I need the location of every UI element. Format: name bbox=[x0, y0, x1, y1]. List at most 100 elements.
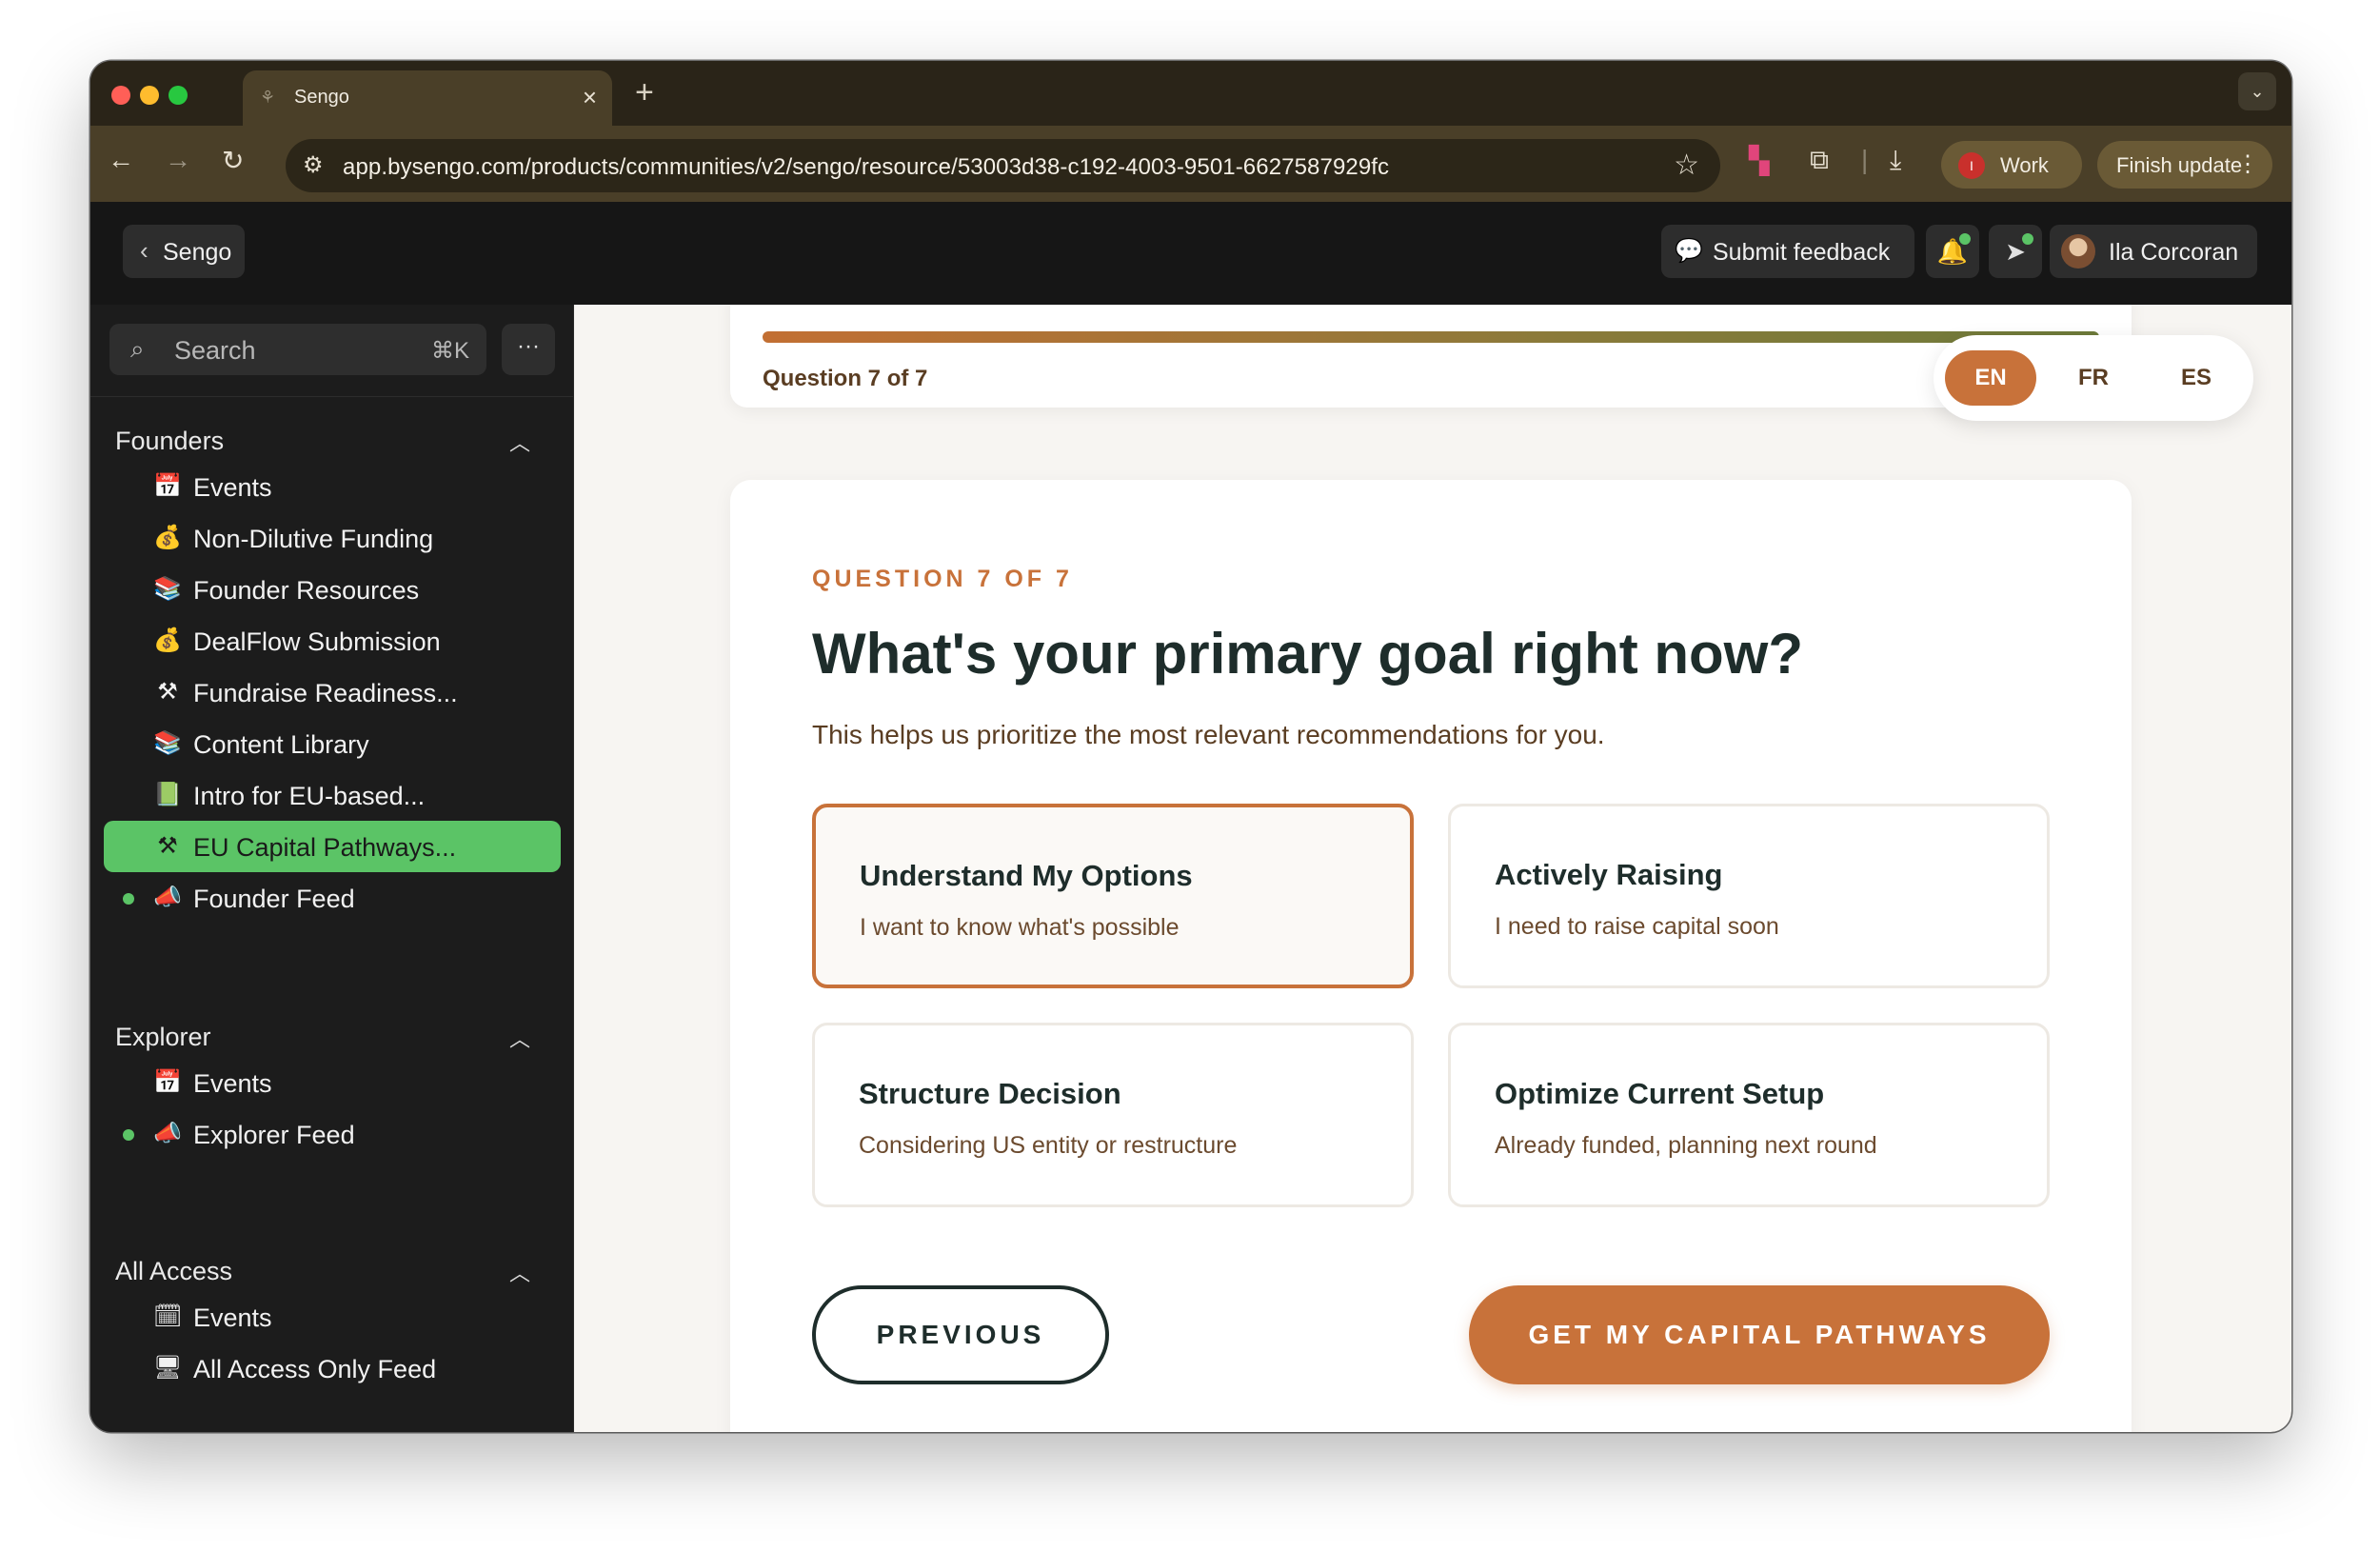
browser-menu-icon[interactable]: ⋮ bbox=[2236, 150, 2259, 178]
green-book-icon: 📗 bbox=[153, 782, 182, 807]
books-icon: 📚 bbox=[153, 576, 182, 602]
money-bag-icon: 💰 bbox=[153, 627, 182, 653]
language-switcher: EN FR ES bbox=[1934, 335, 2253, 421]
new-tab-button[interactable]: + bbox=[635, 74, 654, 111]
more-options-button[interactable]: ··· bbox=[502, 324, 555, 375]
messages-button[interactable]: ➤ bbox=[1989, 225, 2042, 278]
sidebar-item-dealflow-submission[interactable]: 💰 DealFlow Submission bbox=[104, 615, 561, 667]
chevron-up-icon[interactable]: ︿ bbox=[509, 427, 530, 457]
option-title: Structure Decision bbox=[859, 1077, 1121, 1110]
profile-label: Work bbox=[2000, 153, 2049, 177]
section-founders[interactable]: Founders bbox=[115, 427, 224, 456]
option-description: I want to know what's possible bbox=[860, 914, 1180, 941]
sidebar-item-label: EU Capital Pathways... bbox=[193, 833, 457, 862]
sidebar-item-explorer-events[interactable]: 📅 Events bbox=[104, 1057, 561, 1108]
notifications-button[interactable]: 🔔 bbox=[1926, 225, 1979, 278]
address-url[interactable]: app.bysengo.com/products/communities/v2/… bbox=[343, 154, 1389, 181]
progress-label: Question 7 of 7 bbox=[763, 366, 928, 391]
section-explorer[interactable]: Explorer bbox=[115, 1023, 211, 1052]
option-understand-my-options[interactable]: Understand My Options I want to know wha… bbox=[812, 804, 1414, 988]
search-input[interactable]: ⌕ Search ⌘K bbox=[109, 324, 486, 375]
sidebar-item-label: Events bbox=[193, 1069, 272, 1098]
sidebar-item-label: Founder Feed bbox=[193, 885, 355, 913]
close-window-button[interactable] bbox=[111, 86, 130, 105]
tab-title: Sengo bbox=[294, 87, 349, 108]
sidebar-item-label: All Access Only Feed bbox=[193, 1355, 437, 1383]
site-settings-icon[interactable]: ⚙ bbox=[303, 151, 324, 179]
sidebar-item-label: Content Library bbox=[193, 730, 369, 759]
option-description: I need to raise capital soon bbox=[1495, 913, 1779, 940]
user-name: Ila Corcoran bbox=[2109, 239, 2239, 266]
language-fr-button[interactable]: FR bbox=[2048, 350, 2139, 406]
live-status-dot bbox=[123, 893, 134, 905]
sidebar-item-explorer-feed[interactable]: 📣 Explorer Feed bbox=[104, 1108, 561, 1160]
tab-search-chevron-icon[interactable]: ⌄ bbox=[2238, 72, 2276, 110]
sidebar-item-content-library[interactable]: 📚 Content Library bbox=[104, 718, 561, 769]
megaphone-icon: 📣 bbox=[153, 885, 182, 910]
download-icon[interactable]: ⤓ bbox=[1890, 145, 1901, 176]
chevron-up-icon[interactable]: ︿ bbox=[509, 1023, 530, 1053]
sidebar-item-founder-resources[interactable]: 📚 Founder Resources bbox=[104, 564, 561, 615]
sidebar-item-all-access-feed[interactable]: 🖥 All Access Only Feed bbox=[104, 1343, 561, 1394]
sidebar-item-events[interactable]: 📅 Events bbox=[104, 461, 561, 512]
previous-button[interactable]: PREVIOUS bbox=[812, 1285, 1109, 1384]
question-card: QUESTION 7 OF 7 What's your primary goal… bbox=[730, 480, 2132, 1432]
maximize-window-button[interactable] bbox=[169, 86, 188, 105]
chevron-left-icon: ‹ bbox=[140, 236, 149, 265]
get-capital-pathways-button[interactable]: GET MY CAPITAL PATHWAYS bbox=[1469, 1285, 2050, 1384]
section-all-access[interactable]: All Access bbox=[115, 1257, 232, 1286]
user-menu-button[interactable]: Ila Corcoran bbox=[2050, 225, 2257, 278]
question-title: What's your primary goal right now? bbox=[812, 622, 1804, 686]
minimize-window-button[interactable] bbox=[140, 86, 159, 105]
extensions-puzzle-icon[interactable]: ⧉ bbox=[1810, 145, 1829, 176]
sidebar-item-all-access-events[interactable]: 🗓 Events bbox=[104, 1291, 561, 1343]
calendar-outline-icon: 🗓 bbox=[153, 1303, 183, 1329]
browser-tab[interactable]: ⚘ Sengo × bbox=[243, 70, 612, 126]
back-to-sengo-button[interactable]: ‹ Sengo bbox=[123, 225, 245, 278]
close-tab-icon[interactable]: × bbox=[583, 83, 597, 112]
finish-update-button[interactable]: Finish update ⋮ bbox=[2097, 141, 2272, 189]
figma-extension-icon[interactable]: ▚ bbox=[1749, 145, 1770, 176]
bookmark-star-icon[interactable]: ☆ bbox=[1674, 149, 1699, 182]
main-content: Question 7 of 7 EN FR ES QUESTION 7 OF 7… bbox=[574, 305, 2291, 1432]
submit-feedback-button[interactable]: 💬 Submit feedback bbox=[1661, 225, 1914, 278]
browser-toolbar: ← → ↻ ⚙ app.bysengo.com/products/communi… bbox=[90, 126, 2291, 202]
option-actively-raising[interactable]: Actively Raising I need to raise capital… bbox=[1448, 804, 2050, 988]
sidebar-item-label: Fundraise Readiness... bbox=[193, 679, 458, 707]
progress-bar bbox=[763, 331, 2099, 343]
money-bag-icon: 💰 bbox=[153, 525, 182, 550]
message-dot bbox=[2019, 230, 2036, 248]
megaphone-icon: 📣 bbox=[153, 1121, 182, 1146]
profile-work-button[interactable]: I Work bbox=[1941, 141, 2082, 189]
sidebar-item-label: Explorer Feed bbox=[193, 1121, 355, 1149]
back-arrow-icon[interactable]: ← bbox=[108, 145, 134, 175]
user-avatar bbox=[2061, 234, 2095, 269]
language-es-button[interactable]: ES bbox=[2151, 350, 2242, 406]
calendar-icon: 📅 bbox=[153, 473, 182, 499]
progress-card: Question 7 of 7 bbox=[730, 305, 2132, 408]
search-icon: ⌕ bbox=[130, 334, 145, 363]
option-optimize-current-setup[interactable]: Optimize Current Setup Already funded, p… bbox=[1448, 1023, 2050, 1207]
sengo-favicon-icon: ⚘ bbox=[260, 88, 276, 107]
search-shortcut: ⌘K bbox=[430, 338, 469, 364]
sidebar-item-intro-eu-based[interactable]: 📗 Intro for EU-based... bbox=[104, 769, 561, 821]
sidebar-item-founder-feed[interactable]: 📣 Founder Feed bbox=[104, 872, 561, 924]
finish-update-label: Finish update bbox=[2116, 153, 2243, 177]
option-title: Actively Raising bbox=[1495, 858, 1723, 891]
address-bar[interactable]: ⚙ app.bysengo.com/products/communities/v… bbox=[286, 139, 1720, 192]
chevron-up-icon[interactable]: ︿ bbox=[509, 1257, 530, 1287]
tools-icon: ⚒ bbox=[157, 833, 178, 859]
forward-arrow-icon[interactable]: → bbox=[165, 145, 191, 175]
sidebar-item-label: DealFlow Submission bbox=[193, 627, 441, 656]
option-description: Considering US entity or restructure bbox=[859, 1132, 1238, 1159]
option-structure-decision[interactable]: Structure Decision Considering US entity… bbox=[812, 1023, 1414, 1207]
reload-icon[interactable]: ↻ bbox=[222, 145, 244, 176]
option-title: Understand My Options bbox=[860, 859, 1193, 892]
sidebar-item-eu-capital-pathways[interactable]: ⚒ EU Capital Pathways... bbox=[104, 821, 561, 872]
sidebar-item-non-dilutive-funding[interactable]: 💰 Non-Dilutive Funding bbox=[104, 512, 561, 564]
notification-dot bbox=[1956, 230, 1973, 248]
sidebar-item-fundraise-readiness[interactable]: ⚒ Fundraise Readiness... bbox=[104, 667, 561, 718]
option-title: Optimize Current Setup bbox=[1495, 1077, 1825, 1110]
language-en-button[interactable]: EN bbox=[1945, 350, 2036, 406]
question-subtitle: This helps us prioritize the most releva… bbox=[812, 720, 1605, 749]
